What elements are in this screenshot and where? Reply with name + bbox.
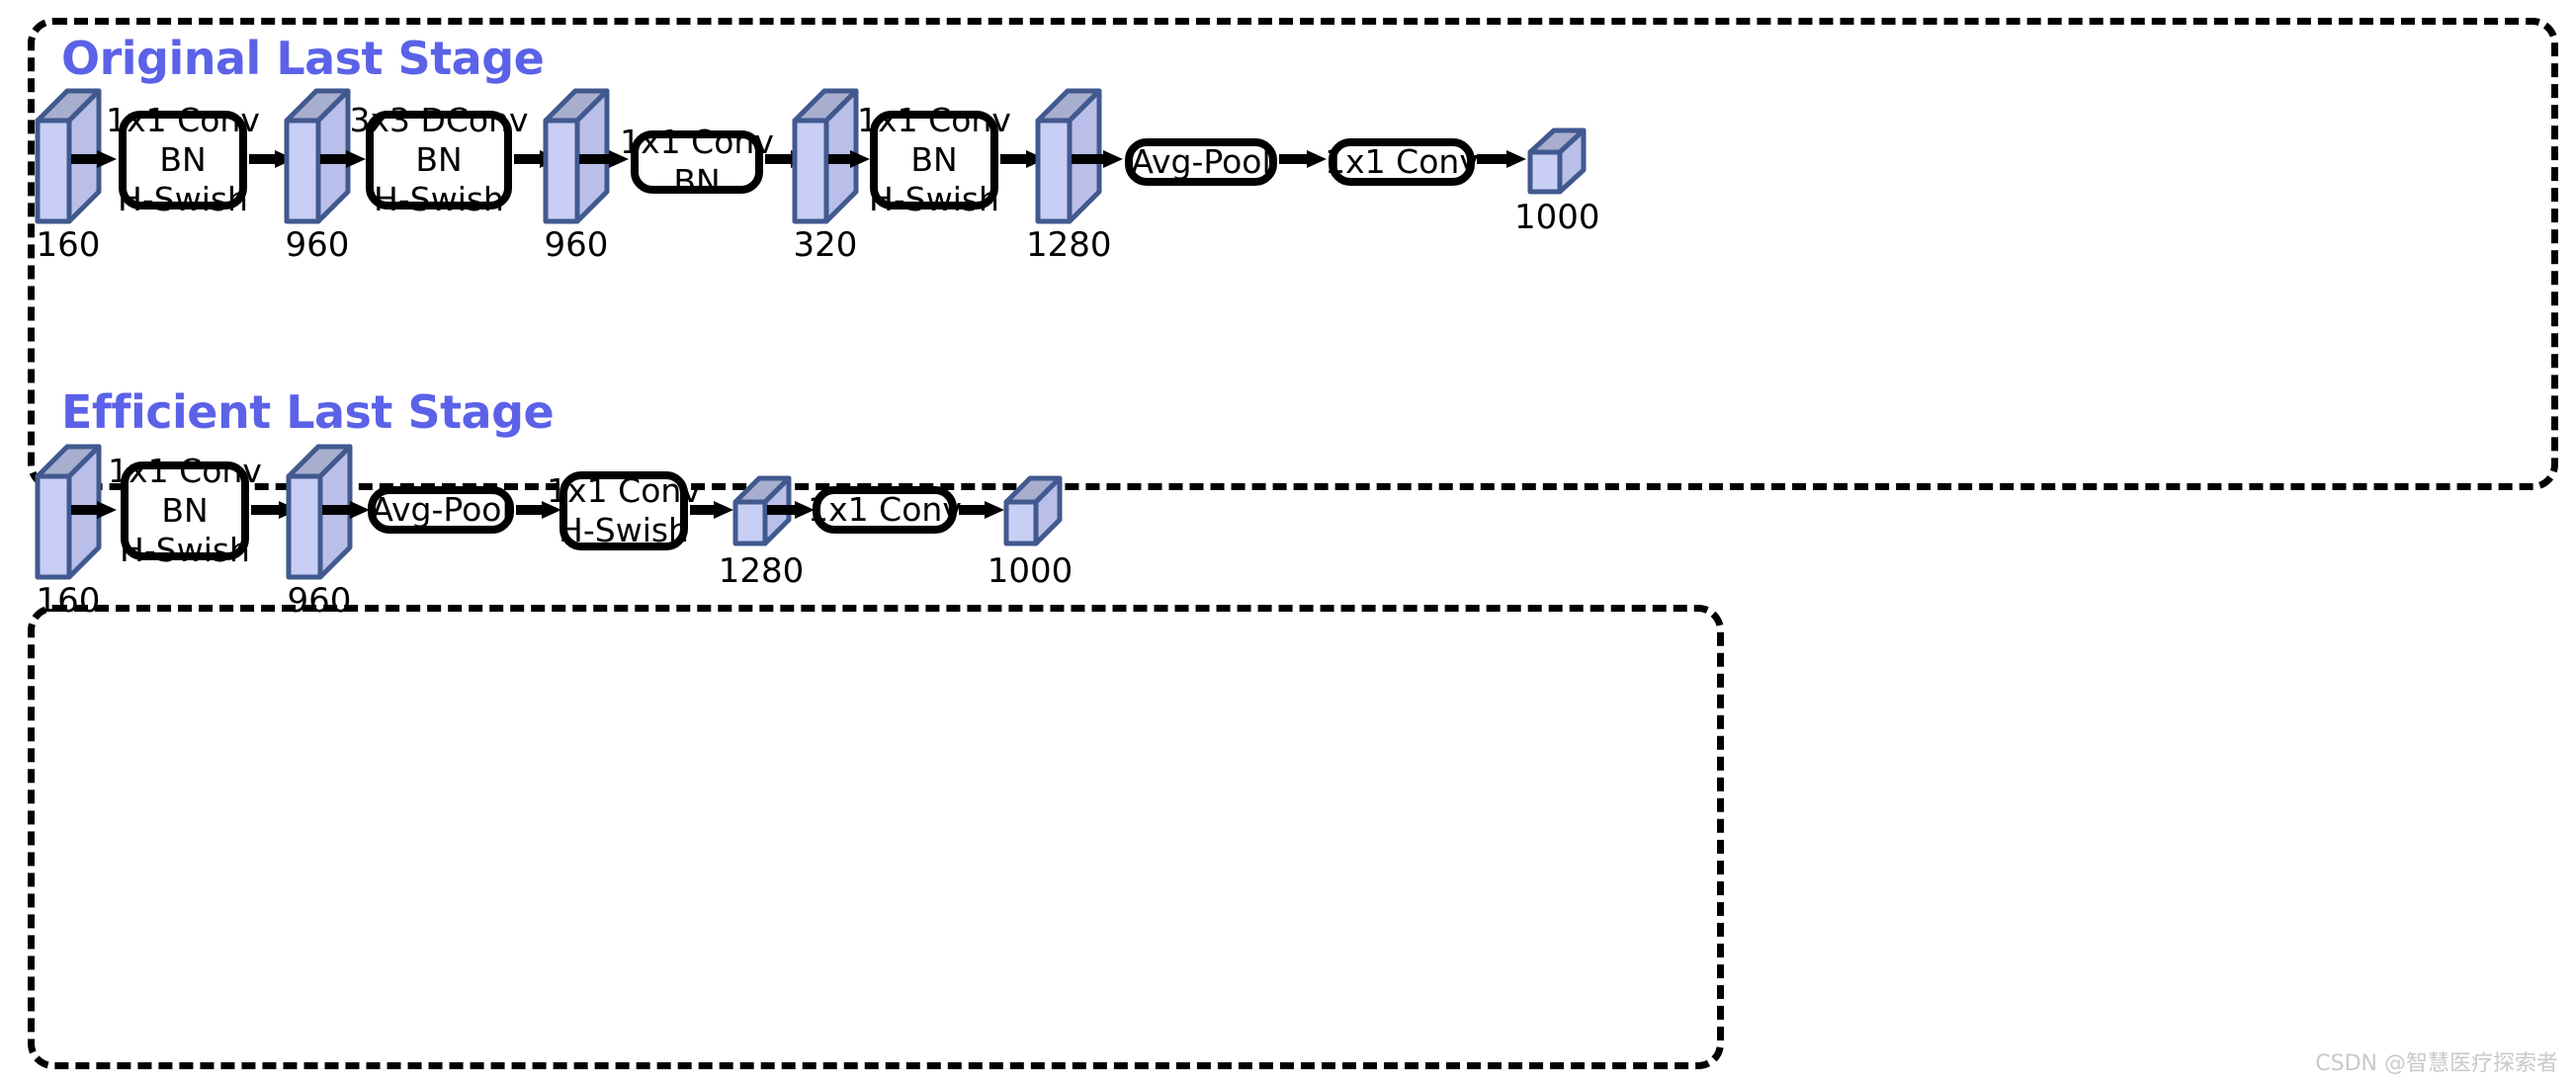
op-line: 1x1 Conv <box>108 451 262 490</box>
op-3x3-dconv-bn-hswish-original[interactable]: 3x3 DConv BN H-Swish <box>349 101 528 219</box>
op-line: 3x3 DConv <box>349 100 529 139</box>
op-1x1-conv-bn-hswish-original[interactable]: 1x1 Conv BN H-Swish <box>106 101 260 219</box>
channel-label-1280-original: 1280 <box>1026 225 1112 265</box>
op-1x1-conv-hswish-efficient[interactable]: 1x1 Conv H-Swish <box>547 471 701 550</box>
arrow-7-efficient <box>959 499 1004 521</box>
arrow-10-original <box>1279 148 1327 170</box>
op-1x1-conv-bn-hswish-efficient[interactable]: 1x1 Conv BN H-Swish <box>108 452 262 570</box>
op-line: 1x1 Conv <box>620 122 774 161</box>
op-line: 1x1 Conv <box>547 470 701 510</box>
op-line: H-Swish <box>558 511 689 549</box>
op-line: 1x1 Conv <box>1325 141 1479 181</box>
arrow-5-efficient <box>690 499 733 521</box>
arrow-11-original <box>1477 148 1526 170</box>
op-line: BN <box>673 162 721 201</box>
panel-title-original: Original Last Stage <box>61 32 545 85</box>
channel-label-160-efficient: 160 <box>36 581 101 621</box>
op-line: H-Swish <box>118 180 248 219</box>
op-line: Avg-Pool <box>371 489 511 529</box>
op-line: Avg-Pool <box>1131 141 1271 181</box>
op-line: H-Swish <box>869 180 999 219</box>
op-1x1-conv-bn-original[interactable]: 1x1 Conv BN <box>620 123 774 201</box>
op-line: BN <box>159 139 207 179</box>
panel-efficient-last-stage <box>28 605 1724 1069</box>
arrow-1-efficient <box>71 499 117 521</box>
op-line: BN <box>415 139 463 179</box>
channel-label-1000-efficient: 1000 <box>987 551 1073 591</box>
arrow-1-original <box>71 148 117 170</box>
op-line: H-Swish <box>120 531 250 570</box>
op-line: 1x1 Conv <box>857 100 1011 139</box>
channel-label-1280-efficient: 1280 <box>718 551 805 591</box>
op-1x1-conv-bn-hswish-2-original[interactable]: 1x1 Conv BN H-Swish <box>857 101 1011 219</box>
arrow-7-original <box>828 148 870 170</box>
channel-label-1000-original: 1000 <box>1514 198 1600 237</box>
op-line: H-Swish <box>374 180 504 219</box>
channel-label-960-efficient: 960 <box>287 581 352 621</box>
panel-title-efficient: Efficient Last Stage <box>61 385 555 439</box>
feature-map-1000-original <box>1526 126 1588 200</box>
op-avg-pool-efficient[interactable]: Avg-Pool <box>368 486 514 534</box>
channel-label-960a-original: 960 <box>285 225 350 265</box>
arrow-3-original <box>320 148 366 170</box>
op-line: BN <box>910 139 958 179</box>
watermark: CSDN @智慧医疗探索者 <box>2315 1051 2558 1076</box>
op-line: 1x1 Conv <box>106 100 260 139</box>
channel-label-160-original: 160 <box>36 225 101 265</box>
op-1x1-conv-efficient[interactable]: 1x1 Conv <box>808 486 962 534</box>
op-line: 1x1 Conv <box>808 489 962 529</box>
channel-label-960b-original: 960 <box>544 225 609 265</box>
op-1x1-conv-original[interactable]: 1x1 Conv <box>1325 138 1479 186</box>
op-avg-pool-original[interactable]: Avg-Pool <box>1125 138 1277 186</box>
channel-label-320-original: 320 <box>793 225 858 265</box>
arrow-9-original <box>1072 148 1123 170</box>
arrow-3-efficient <box>322 499 370 521</box>
op-line: BN <box>161 490 209 530</box>
feature-map-1000-efficient <box>1002 474 1064 551</box>
